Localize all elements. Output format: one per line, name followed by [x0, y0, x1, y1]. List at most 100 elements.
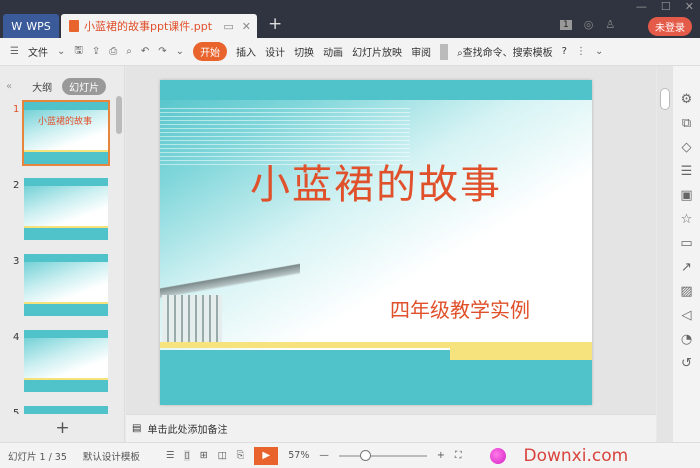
document-tab[interactable]: 小蓝裙的故事ppt课件.ppt ▭ ✕ — [61, 14, 257, 38]
add-slide-button[interactable]: + — [0, 418, 125, 438]
textbox-icon[interactable]: ▭ — [680, 236, 692, 251]
slide-top-band — [160, 80, 592, 100]
tab-outline[interactable]: 大纲 — [32, 79, 52, 94]
customize-icon[interactable]: ⌄ — [176, 46, 184, 57]
tab-slides[interactable]: 幻灯片 — [62, 78, 107, 95]
export-icon[interactable]: ⇪ — [92, 46, 100, 57]
notes-toggle-icon[interactable]: ☰ — [166, 450, 175, 461]
reading-view-icon[interactable]: ◫ — [218, 450, 227, 461]
tab-slideshow[interactable]: 幻灯片放映 — [352, 44, 402, 59]
file-menu[interactable]: 文件 — [28, 44, 48, 59]
slide-thumbnail[interactable]: 2 — [8, 178, 112, 244]
thumbnail-scrollbar[interactable] — [116, 96, 122, 134]
scrollbar-thumb[interactable] — [660, 88, 670, 110]
thumbnail-image — [24, 330, 108, 392]
more-options-icon[interactable]: ⋮ — [576, 46, 586, 57]
slide-number: 3 — [13, 256, 20, 267]
template-name[interactable]: 默认设计模板 — [83, 449, 140, 463]
slide-thumbnail[interactable]: 3 — [8, 254, 112, 320]
zoom-slider-knob[interactable] — [360, 449, 372, 461]
adjust-icon[interactable]: ☰ — [681, 164, 693, 179]
search-command[interactable]: ⌕查找命令、搜索模板 — [457, 44, 553, 59]
title-bar: W WPS 小蓝裙的故事ppt课件.ppt ▭ ✕ + 1 ◎ ♙ 未登录 — ☐ ✕ — [0, 0, 700, 38]
zoom-out-button[interactable]: — — [319, 450, 329, 461]
preview-icon[interactable]: ⌕ — [126, 46, 132, 57]
print-icon[interactable]: ⎙ — [109, 46, 117, 57]
sorter-view-icon[interactable]: ⊞ — [200, 450, 208, 461]
watermark: Downxi.com — [523, 445, 629, 466]
ppt-file-icon — [69, 20, 79, 32]
slide-counter: 幻灯片 1 / 35 — [8, 451, 67, 463]
slide-thumbnail[interactable]: 1 小蓝裙的故事 — [8, 100, 112, 168]
pin-icon[interactable]: ▭ — [223, 20, 233, 33]
shirt-icon[interactable]: ♙ — [605, 18, 615, 31]
tab-animation[interactable]: 动画 — [323, 44, 343, 59]
tab-transition[interactable]: 切换 — [294, 44, 314, 59]
normal-view-icon[interactable]: ▯ — [184, 450, 190, 461]
slide-number: 1 — [13, 104, 20, 115]
zoom-slider[interactable] — [338, 449, 427, 461]
maximize-icon[interactable]: ☐ — [661, 0, 671, 13]
more-tabs-button[interactable] — [440, 43, 449, 60]
clipboard-icon[interactable]: ⎘ — [237, 450, 245, 461]
status-bar: 幻灯片 1 / 35 默认设计模板 ☰ ▯ ⊞ ◫ ⎘ ▶ 57% — + ⛶ … — [0, 442, 700, 468]
redo-icon[interactable]: ↷ — [158, 46, 166, 57]
window-count-badge[interactable]: 1 — [560, 19, 572, 30]
slide-number: 5 — [13, 408, 20, 414]
help-button[interactable]: ? — [562, 46, 567, 57]
assistant-icon[interactable] — [489, 447, 506, 464]
play-slideshow-button[interactable]: ▶ — [254, 446, 279, 465]
slide-canvas[interactable]: 小蓝裙的故事 四年级教学实例 — [160, 80, 592, 405]
collapse-panel-icon[interactable]: « — [6, 81, 12, 92]
slide-subtitle[interactable]: 四年级教学实例 — [390, 294, 530, 323]
minimize-icon[interactable]: — — [636, 0, 647, 13]
thumbnail-title: 小蓝裙的故事 — [38, 117, 93, 127]
close-window-icon[interactable]: ✕ — [685, 0, 694, 13]
slide-panel: « 大纲 幻灯片 1 小蓝裙的故事 2 3 4 5 + — [0, 66, 125, 442]
shapes-icon[interactable]: ◇ — [682, 140, 692, 155]
slide-number: 4 — [13, 332, 20, 343]
thumbnail-image — [24, 254, 108, 316]
login-button[interactable]: 未登录 — [648, 17, 692, 36]
undo-icon[interactable]: ↶ — [141, 46, 149, 57]
layout-icon[interactable]: ⧉ — [682, 116, 691, 131]
image-icon[interactable]: ▨ — [680, 284, 692, 299]
building-image — [162, 295, 222, 342]
slide-yellow-accent — [450, 348, 592, 360]
right-sidebar: ⚙ ⧉ ◇ ☰ ▣ ☆ ▭ ↗ ▨ ◁ ◔ ↺ — [673, 66, 700, 442]
close-tab-icon[interactable]: ✕ — [242, 20, 251, 33]
new-tab-button[interactable]: + — [268, 14, 282, 34]
notes-icon: ▤ — [132, 423, 142, 434]
tab-insert[interactable]: 插入 — [236, 44, 256, 59]
wps-logo-icon: W — [11, 19, 23, 33]
settings-icon[interactable]: ⚙ — [681, 92, 693, 107]
tab-design[interactable]: 设计 — [265, 44, 285, 59]
slide-thumbnail[interactable]: 5 — [8, 406, 112, 414]
slide-number: 2 — [13, 180, 20, 191]
backup-icon[interactable]: ◔ — [681, 332, 692, 347]
tab-review[interactable]: 审阅 — [411, 44, 431, 59]
menu-icon[interactable]: ☰ — [10, 46, 19, 57]
template-icon[interactable]: ▣ — [680, 188, 692, 203]
editor-scrollbar[interactable] — [657, 66, 673, 442]
zoom-level[interactable]: 57% — [288, 450, 309, 461]
star-icon[interactable]: ☆ — [681, 212, 693, 227]
history-icon[interactable]: ↺ — [681, 356, 692, 371]
wps-home-tab[interactable]: W WPS — [3, 14, 59, 38]
notes-area[interactable]: ▤ 单击此处添加备注 — [126, 414, 656, 442]
slide-editor: 小蓝裙的故事 四年级教学实例 — [126, 66, 656, 414]
chevron-down-icon[interactable]: ⌄ — [57, 46, 65, 57]
audio-icon[interactable]: ◁ — [682, 308, 692, 323]
skin-icon[interactable]: ◎ — [584, 18, 594, 31]
save-icon[interactable]: 🖫 — [74, 43, 83, 60]
zoom-in-button[interactable]: + — [437, 450, 445, 461]
fit-window-icon[interactable]: ⛶ — [455, 450, 462, 461]
wps-tab-label: WPS — [26, 19, 51, 33]
share-icon[interactable]: ↗ — [681, 260, 692, 275]
collapse-ribbon-icon[interactable]: ⌄ — [595, 46, 603, 57]
thumbnail-image — [24, 178, 108, 240]
document-tab-label: 小蓝裙的故事ppt课件.ppt — [84, 20, 213, 33]
slide-thumbnail[interactable]: 4 — [8, 330, 112, 396]
slide-title[interactable]: 小蓝裙的故事 — [160, 152, 592, 210]
tab-start[interactable]: 开始 — [193, 42, 228, 61]
